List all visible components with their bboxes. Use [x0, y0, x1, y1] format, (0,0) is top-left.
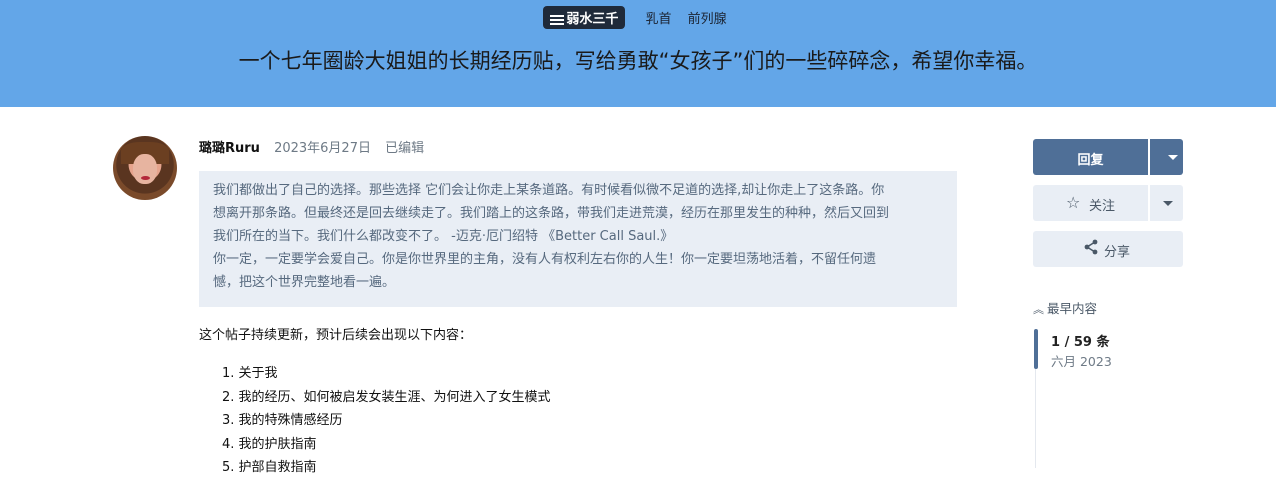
category-badge[interactable]: 弱水三千 [543, 6, 626, 29]
chevron-down-icon[interactable] [1168, 155, 1178, 160]
topic-tags: 弱水三千 乳首 前列腺 [0, 6, 1276, 29]
star-icon: ☆ [1066, 193, 1081, 212]
category-label: 弱水三千 [566, 12, 619, 27]
share-label: 分享 [1104, 245, 1131, 260]
tag-1[interactable]: 乳首 [645, 12, 671, 27]
chevron-down-icon[interactable] [1163, 201, 1173, 206]
topic-header: 弱水三千 乳首 前列腺 一个七年圈龄大姐姐的长期经历贴，写给勇敢“女孩子”们的一… [0, 0, 1276, 107]
tag-2[interactable]: 前列腺 [688, 12, 727, 27]
list-item: 4. 我的护肤指南 [222, 436, 317, 452]
quote-line: 我们都做出了自己的选择。那些选择 它们会让你走上某条道路。有时候看似微不足道的选… [213, 183, 885, 198]
username[interactable]: 璐璐Ruru [199, 141, 260, 156]
earliest-label: 最早内容 [1047, 301, 1098, 316]
share-button[interactable]: 分享 [1033, 231, 1183, 267]
post-meta: 璐璐Ruru 2023年6月27日 已编辑 [199, 137, 424, 156]
reply-button[interactable]: 回复 [1033, 139, 1183, 175]
post-date[interactable]: 2023年6月27日 [274, 141, 371, 156]
timeline-handle[interactable] [1034, 329, 1038, 369]
blockquote: 我们都做出了自己的选择。那些选择 它们会让你走上某条道路。有时候看似微不足道的选… [199, 171, 957, 307]
timeline-count: 1 / 59 条 [1051, 335, 1110, 350]
post-intro: 这个帖子持续更新，预计后续会出现以下内容： [199, 328, 473, 343]
list-item: 1. 关于我 [222, 366, 278, 381]
bars-icon [550, 14, 565, 25]
edited-indicator[interactable]: 已编辑 [385, 141, 424, 156]
content-list: 1. 关于我 2. 我的经历、如何被启发女装生涯、为何进入了女生模式 3. 我的… [222, 362, 551, 480]
quote-line: 想离开那条路。但最终还是回去继续走了。我们踏上的这条路，带我们走进荒漠，经历在那… [213, 206, 890, 221]
double-chevron-up-icon: ︽ [1033, 303, 1044, 316]
reply-label: 回复 [1077, 153, 1104, 168]
quote-line: 憾，把这个世界完整地看一遍。 [213, 275, 396, 290]
earliest-link[interactable]: ︽ 最早内容 [1033, 298, 1097, 317]
avatar[interactable] [113, 136, 177, 200]
list-item: 2. 我的经历、如何被启发女装生涯、为何进入了女生模式 [222, 389, 551, 405]
watch-label: 关注 [1089, 199, 1116, 214]
list-item: 3. 我的特殊情感经历 [222, 413, 343, 428]
quote-line: 我们所在的当下。我们什么都改变不了。 -迈克·厄门绍特 《Better Call… [213, 229, 674, 244]
watch-button[interactable]: ☆ 关注 [1033, 185, 1183, 221]
topic-title[interactable]: 一个七年圈龄大姐姐的长期经历贴，写给勇敢“女孩子”们的一些碎碎念，希望你幸福。 [0, 45, 1276, 75]
share-icon [1084, 239, 1098, 255]
timeline-date: 六月 2023 [1051, 354, 1112, 369]
quote-line: 你一定，一定要学会爱自己。你是你世界里的主角，没有人有权利左右你的人生！你一定要… [213, 252, 877, 267]
